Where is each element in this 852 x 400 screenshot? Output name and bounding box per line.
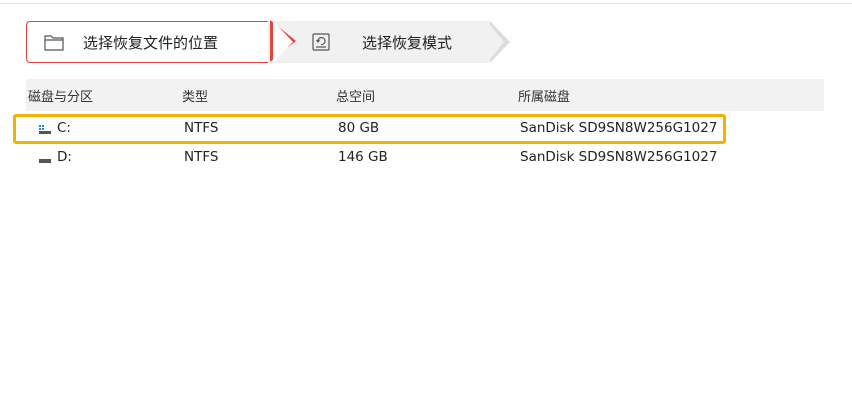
table-header: 磁盘与分区 类型 总空间 所属磁盘 <box>26 79 824 111</box>
table-row-d[interactable]: D: NTFS 146 GB SanDisk SD9SN8W256G1027 <box>26 143 824 171</box>
header-size[interactable]: 总空间 <box>336 86 518 105</box>
step-label: 选择恢复文件的位置 <box>83 33 219 52</box>
partition-type: NTFS <box>184 149 219 165</box>
disk-restore-icon <box>310 31 332 53</box>
header-disk[interactable]: 所属磁盘 <box>518 86 798 105</box>
partition-disk: SanDisk SD9SN8W256G1027 <box>520 149 718 165</box>
step-select-location[interactable]: 选择恢复文件的位置 <box>26 21 293 63</box>
selection-highlight <box>13 114 726 144</box>
step-label: 选择恢复模式 <box>362 33 453 52</box>
header-type[interactable]: 类型 <box>182 86 336 105</box>
top-divider <box>0 3 852 4</box>
step-select-mode[interactable]: 选择恢复模式 <box>268 21 490 63</box>
partition-size: 146 GB <box>338 149 388 165</box>
partition-name: D: <box>57 149 72 165</box>
drive-icon <box>38 152 52 163</box>
table-row-c[interactable]: C: NTFS 80 GB SanDisk SD9SN8W256G1027 <box>13 114 824 144</box>
partition-table: 磁盘与分区 类型 总空间 所属磁盘 C: NTFS 80 GB SanDisk … <box>13 79 824 171</box>
header-partition[interactable]: 磁盘与分区 <box>26 86 182 105</box>
folder-icon <box>43 31 65 53</box>
